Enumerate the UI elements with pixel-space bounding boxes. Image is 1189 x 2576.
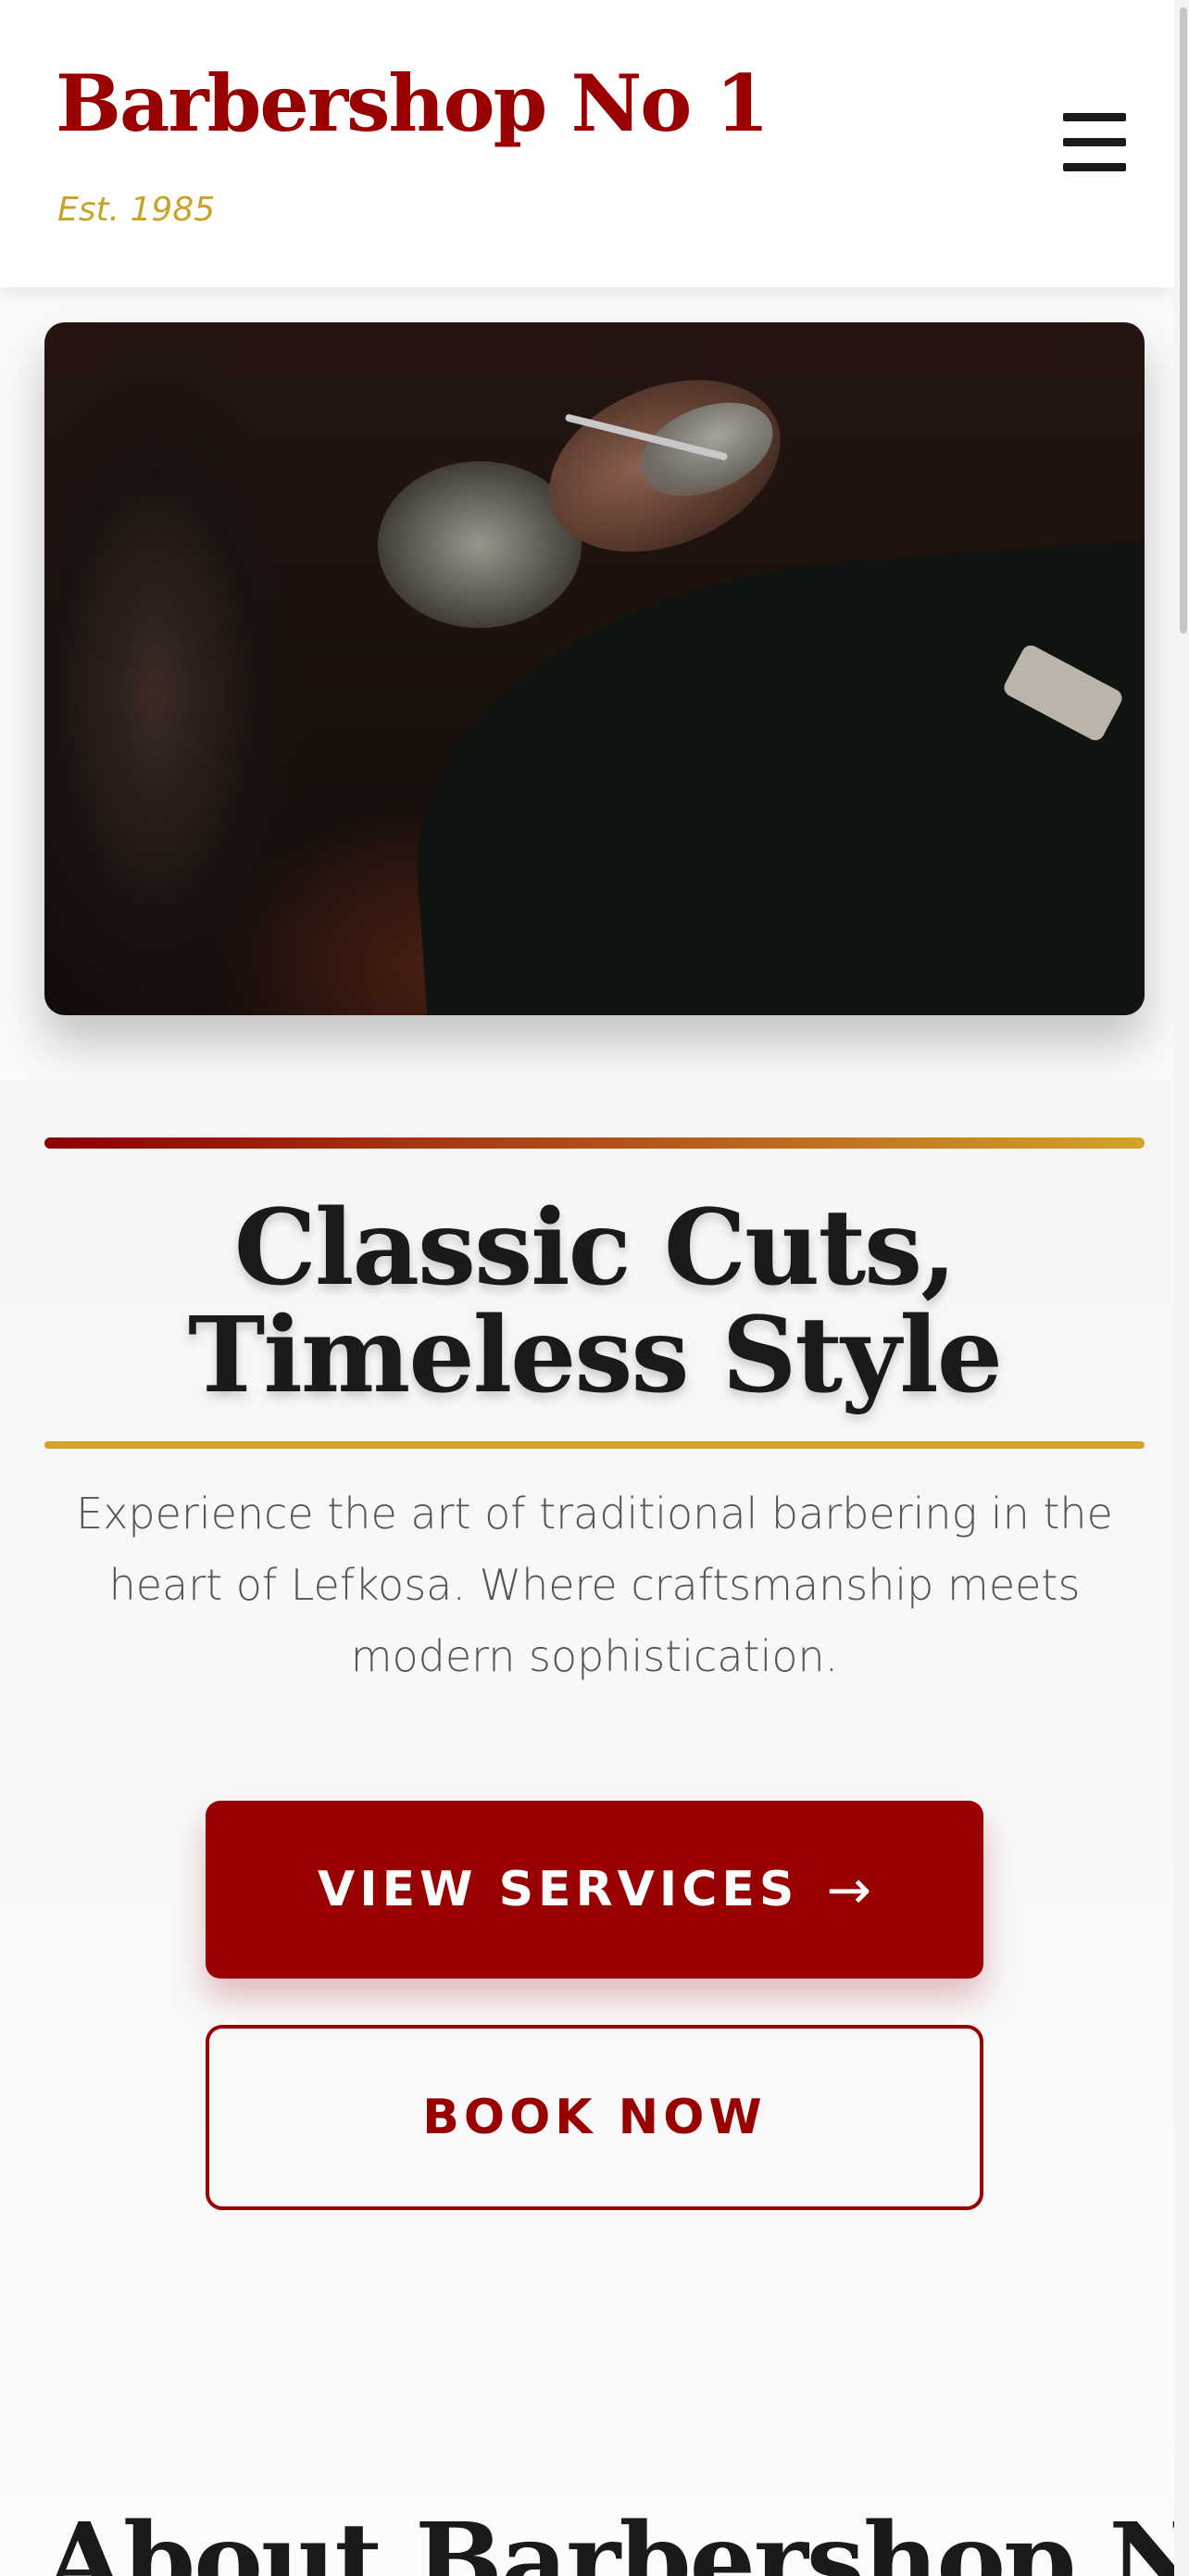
gradient-accent-bar bbox=[44, 1137, 1145, 1149]
brand-title[interactable]: Barbershop No 1 bbox=[56, 57, 770, 149]
page: Barbershop No 1 Est. 1985 Classic Cuts, … bbox=[0, 0, 1189, 2576]
scrollbar-thumb[interactable] bbox=[1180, 7, 1187, 634]
brand-established-year: Est. 1985 bbox=[57, 191, 216, 229]
hero-heading-line-2: Timeless Style bbox=[187, 1295, 1003, 1416]
hamburger-menu-icon[interactable] bbox=[1058, 109, 1132, 176]
menu-bar-top bbox=[1063, 113, 1126, 121]
page-scrollbar[interactable] bbox=[1174, 0, 1189, 2576]
hero-heading-line-1: Classic Cuts, bbox=[233, 1187, 957, 1309]
arrow-right-icon: → bbox=[826, 1858, 871, 1921]
hero-barber-photo bbox=[44, 322, 1145, 1015]
menu-bar-middle bbox=[1063, 138, 1126, 146]
gold-divider bbox=[44, 1441, 1145, 1449]
menu-bar-bottom bbox=[1063, 163, 1126, 171]
about-section-heading: About Barbershop No 1 bbox=[44, 2501, 1189, 2576]
photo-barber-arm bbox=[44, 322, 341, 1015]
view-services-button[interactable]: VIEW SERVICES → bbox=[206, 1801, 983, 1979]
view-services-label: VIEW SERVICES bbox=[318, 1862, 799, 1917]
site-header: Barbershop No 1 Est. 1985 bbox=[0, 0, 1174, 287]
hero-heading: Classic Cuts, Timeless Style bbox=[44, 1195, 1145, 1410]
hero-description: Experience the art of traditional barber… bbox=[76, 1489, 1113, 1681]
book-now-button[interactable]: BOOK NOW bbox=[206, 2025, 983, 2210]
book-now-label: BOOK NOW bbox=[422, 2090, 767, 2145]
